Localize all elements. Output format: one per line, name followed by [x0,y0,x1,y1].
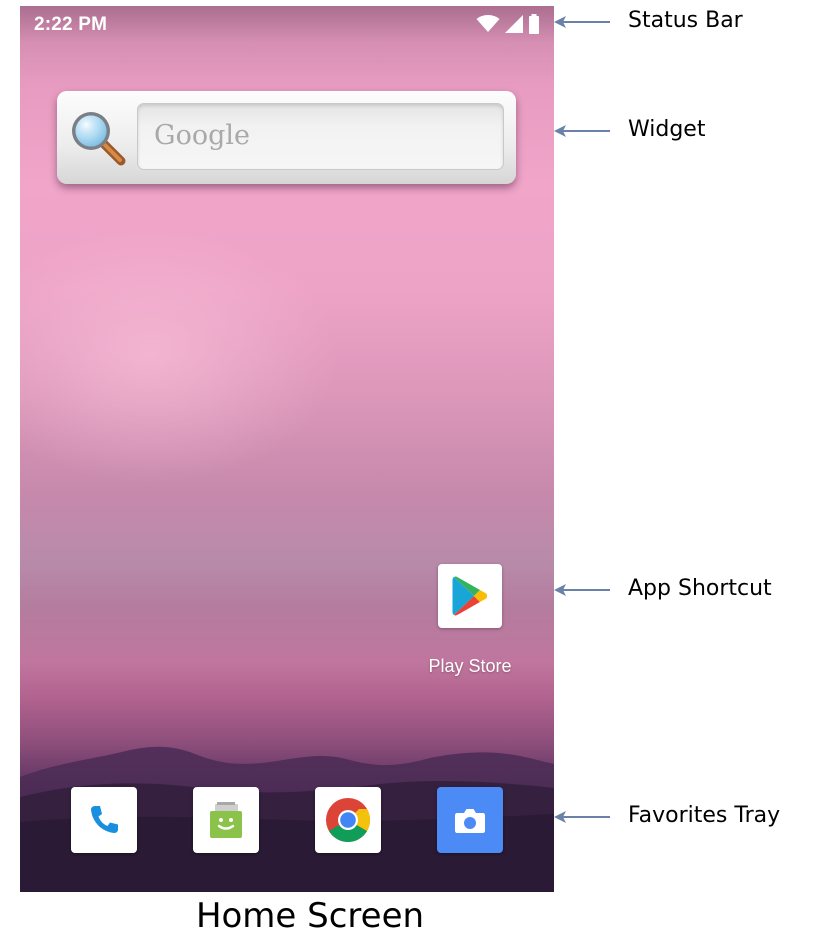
annotation-label: Widget [628,117,706,142]
annotation-status-bar: Status Bar [554,8,814,38]
cell-signal-icon [505,15,523,33]
status-icons [476,14,540,34]
favorites-tray [20,787,554,853]
annotation-label: Status Bar [628,8,743,33]
play-store-shortcut[interactable]: Play Store [418,564,528,684]
messenger-app-button[interactable] [193,787,259,853]
search-placeholder: Google [154,120,250,151]
messenger-icon [210,802,242,838]
status-bar: 2:22 PM [20,6,554,42]
play-store-label: Play Store [428,656,512,676]
wallpaper-glow [20,226,340,486]
search-input[interactable]: Google [137,103,504,170]
arrow-left-icon [554,584,610,596]
camera-app-button[interactable] [437,787,503,853]
play-store-tile[interactable] [438,564,502,628]
annotation-favorites-tray: Favorites Tray [554,803,814,833]
arrow-left-icon [554,16,610,28]
chrome-app-button[interactable] [315,787,381,853]
arrow-left-icon [554,811,610,823]
figure-caption: Home Screen [195,896,425,936]
arrow-left-icon [554,125,610,137]
magnifier-icon [72,112,126,166]
battery-icon [529,14,539,34]
chrome-icon [326,798,370,842]
phone-icon [91,806,118,833]
status-time: 2:22 PM [34,14,108,35]
camera-icon [455,809,485,833]
phone-app-button[interactable] [71,787,137,853]
wifi-icon [476,15,500,32]
annotation-label: App Shortcut [628,576,772,601]
google-search-widget[interactable]: Google [57,91,516,184]
annotation-widget: Widget [554,117,814,147]
play-store-icon [452,576,488,616]
annotation-app-shortcut: App Shortcut [554,576,814,606]
annotation-label: Favorites Tray [628,803,781,828]
home-screen: 2:22 PM Google Play Store [20,6,554,892]
